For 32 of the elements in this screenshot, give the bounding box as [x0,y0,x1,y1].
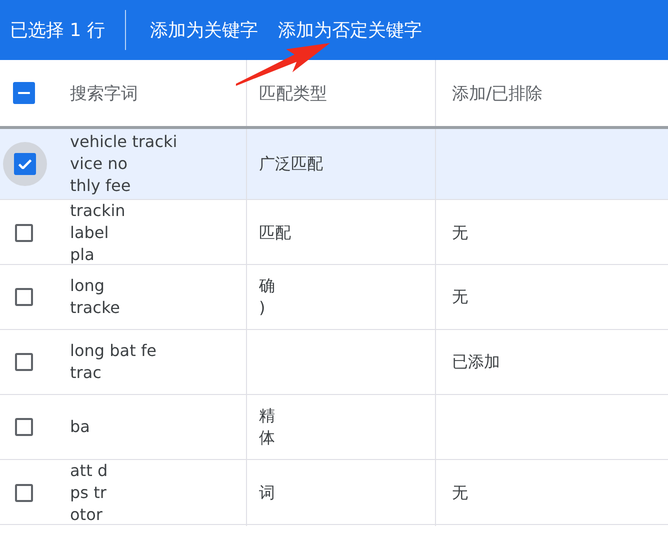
checkbox[interactable] [15,353,33,371]
toolbar-action[interactable]: 添加为关键字 [140,14,268,46]
checkbox[interactable] [15,224,33,242]
search-term: long tracke [70,275,120,319]
checkmark-icon [18,158,32,170]
match-type: 精 [259,405,275,427]
checkbox[interactable] [14,153,36,175]
match-type: 广泛匹配 [259,153,323,175]
status-text: 已添加 [452,351,500,373]
match-type: 体 [259,427,275,449]
checkbox[interactable] [15,418,33,436]
match-type: 词 [259,482,275,504]
checkbox[interactable] [15,288,33,306]
search-term: long bat fe trac [70,340,156,384]
checkbox[interactable] [13,82,35,104]
selected-row[interactable]: vehicle tracki vice no thly fee 广泛匹配 [0,129,668,200]
status-text: 无 [452,482,468,504]
search-term: ba [70,416,90,438]
toolbar-action[interactable]: 添加为否定关键字 [268,14,432,46]
column-header[interactable]: 搜索字词 [70,82,138,104]
checkbox[interactable] [15,484,33,502]
column-header[interactable]: 匹配类型 [259,82,327,104]
minus-icon [18,92,30,94]
status-text: 无 [452,222,468,244]
match-type: 确 [259,275,275,297]
column-header[interactable]: 添加/已排除 [452,82,543,104]
search-term: trackin label pla [70,200,126,266]
match-type: ) [259,297,266,319]
selection-count: 已选择 1 行 [10,19,106,42]
status-text: 无 [452,286,468,308]
search-term: att d ps tr otor [70,460,108,526]
match-type: 匹配 [259,222,291,244]
